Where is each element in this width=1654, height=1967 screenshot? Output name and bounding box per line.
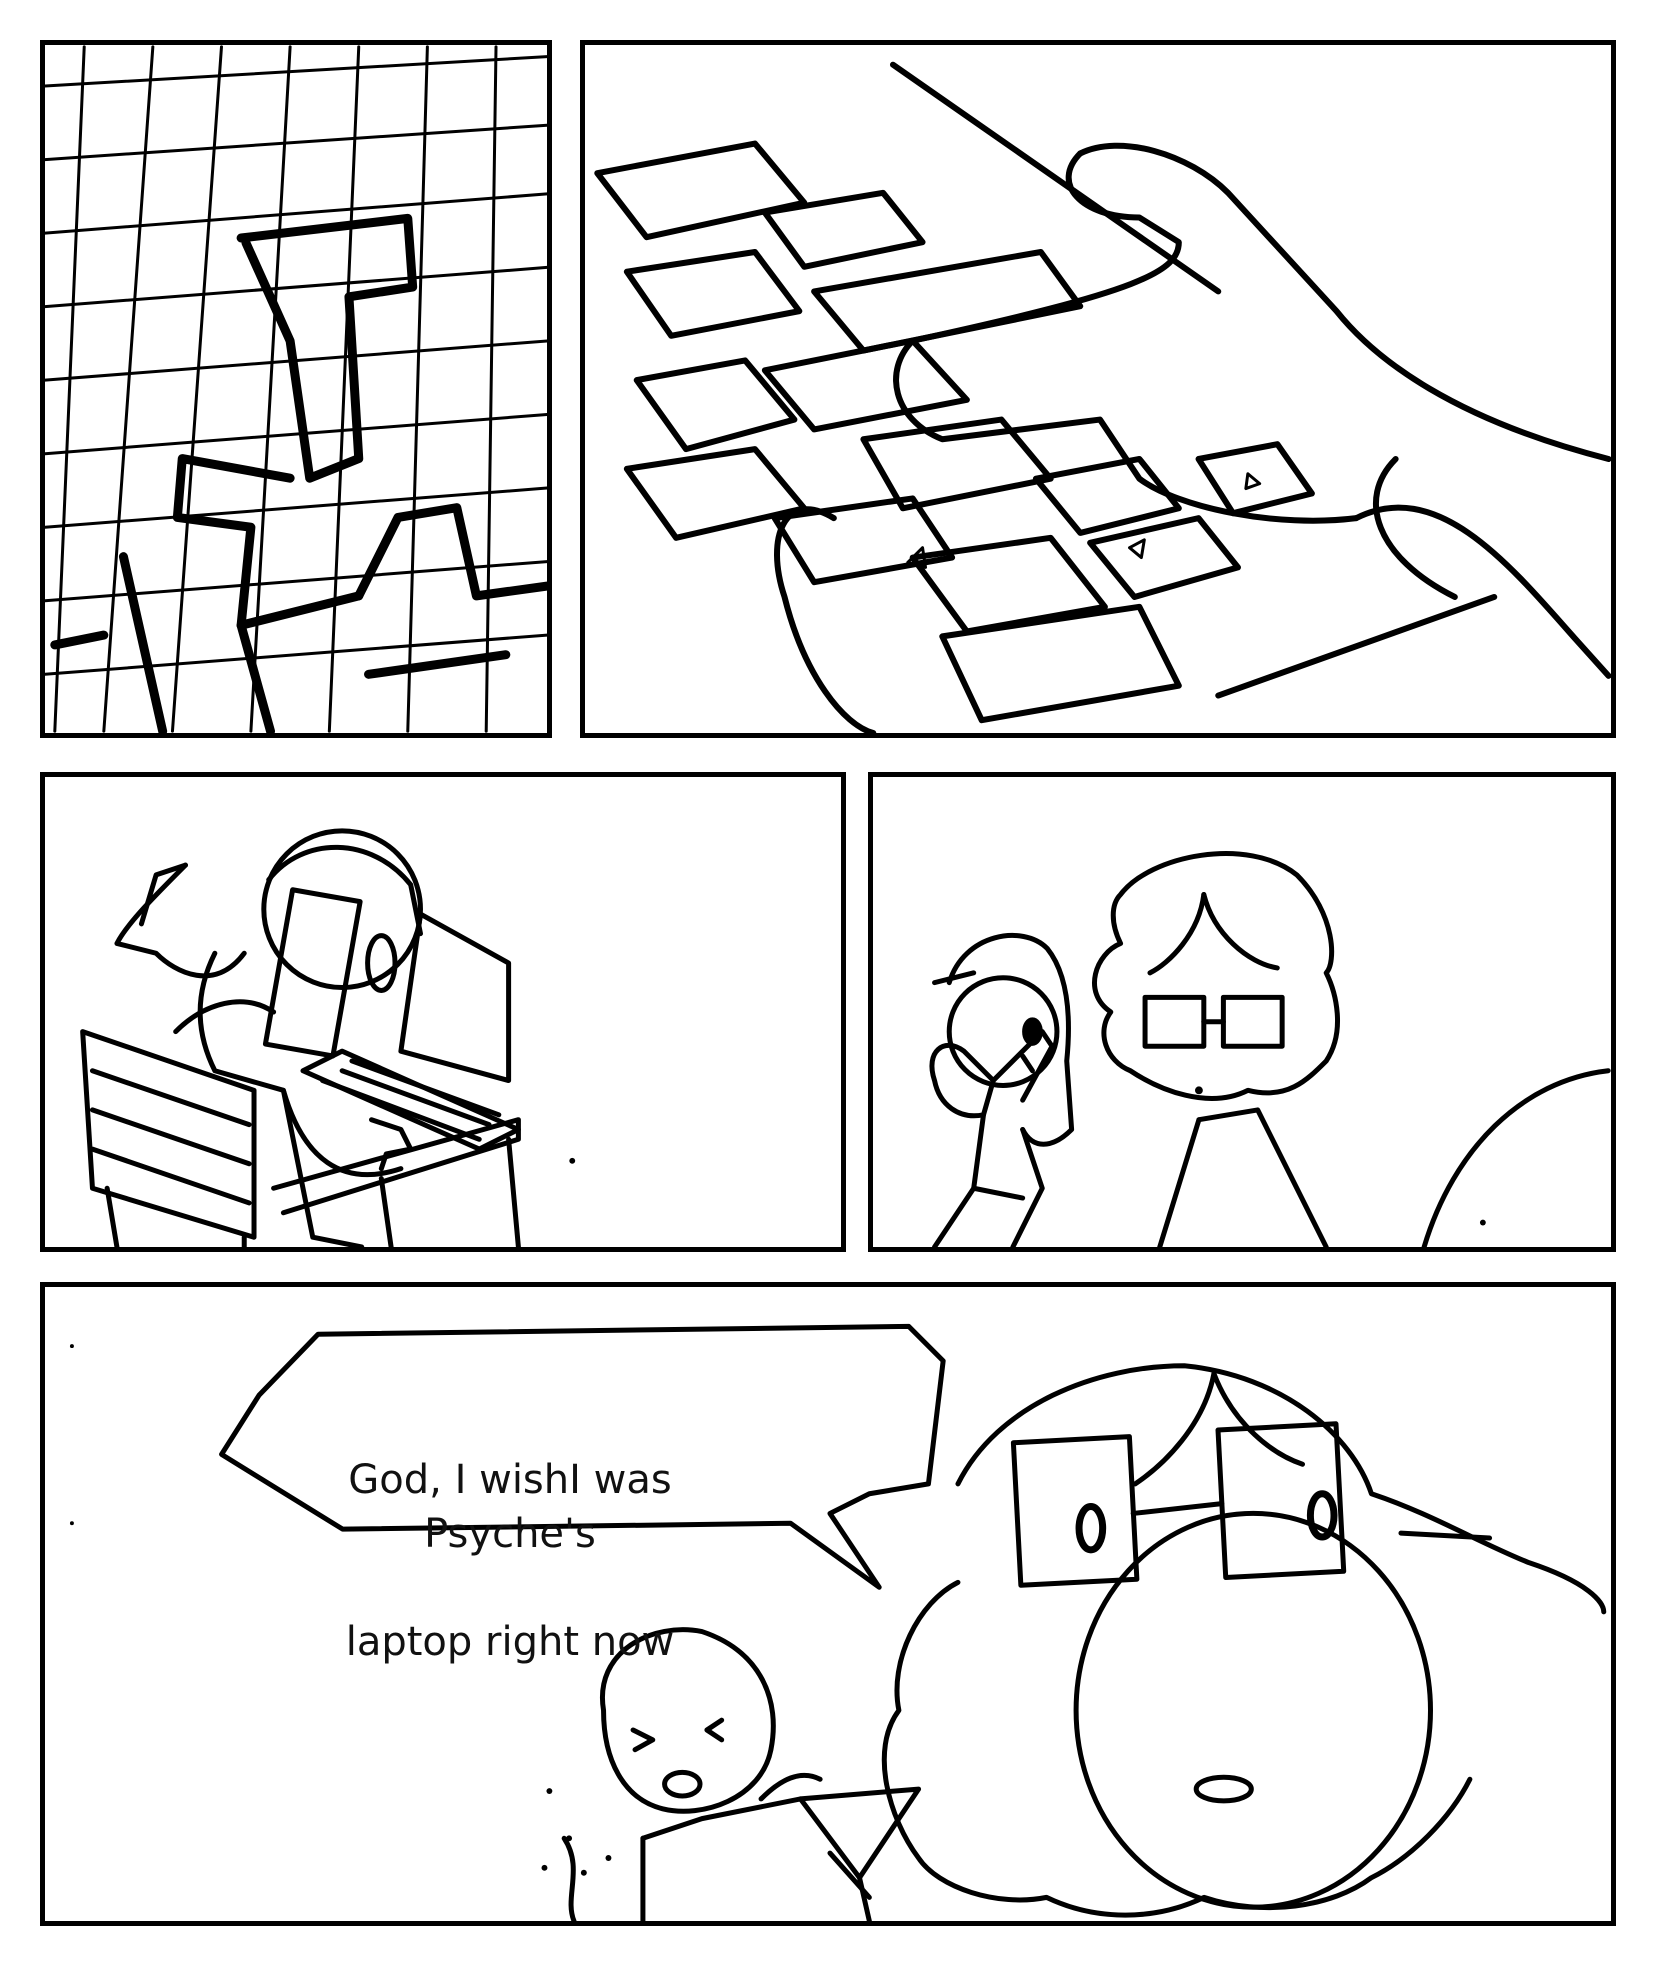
person-icon xyxy=(873,777,1611,1247)
panel-speech-scene: God, I wishI was Psyche's laptop right n… xyxy=(40,1282,1616,1926)
laptop-icon xyxy=(401,914,509,1080)
comic-page: God, I wishI was Psyche's laptop right n… xyxy=(0,0,1654,1967)
speech-bubble-text: God, I wishI was Psyche's laptop right n… xyxy=(275,1399,745,1723)
person-icon xyxy=(45,777,576,1247)
grid-pattern-icon xyxy=(45,45,547,733)
panel-keyboard-hand xyxy=(580,40,1616,738)
speech-line-1: God, I wishI was Psyche's xyxy=(348,1457,672,1557)
hand-icon xyxy=(777,146,1609,733)
speech-line-2: laptop right now xyxy=(345,1619,675,1665)
panel-grid-closeup xyxy=(40,40,552,738)
panel-person-at-laptop xyxy=(40,772,846,1252)
keyboard-icon xyxy=(585,45,1611,733)
panel-two-onlookers xyxy=(868,772,1616,1252)
